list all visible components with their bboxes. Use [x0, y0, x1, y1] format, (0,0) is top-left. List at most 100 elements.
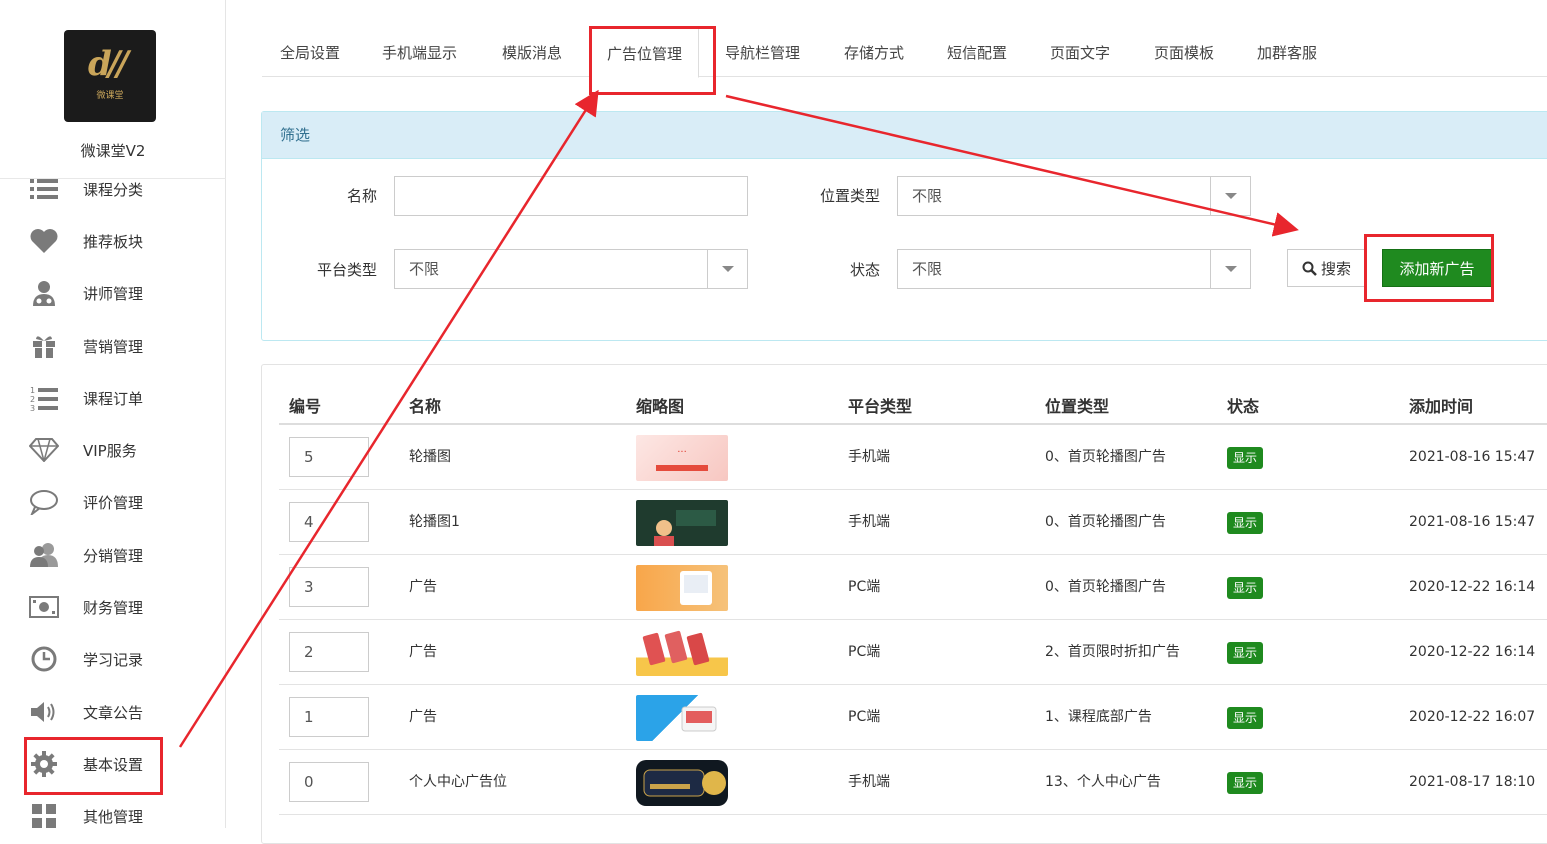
ad-position: 1、课程底部广告 — [1045, 709, 1152, 725]
status-badge: 显示 — [1227, 707, 1264, 729]
sidebar-item-recommend[interactable]: 推荐板块 — [0, 221, 226, 261]
sidebar-item-course-category[interactable]: 课程分类 — [0, 169, 226, 209]
ad-platform: PC端 — [848, 709, 881, 725]
tab-page-text[interactable]: 页面文字 — [1050, 28, 1110, 77]
sidebar-item-distribution[interactable]: 分销管理 — [0, 535, 226, 575]
sort-number-input[interactable]: 3 — [289, 567, 369, 607]
grid-icon — [28, 800, 60, 832]
status-badge: 显示 — [1227, 772, 1264, 794]
sidebar-item-label: 评价管理 — [83, 493, 144, 512]
ad-name: 轮播图 — [409, 449, 451, 465]
sidebar-item-label: 文章公告 — [83, 703, 144, 722]
table-row: 3 广告 PC端 0、首页轮播图广告 显示 2020-12-22 16:14 — [279, 555, 1547, 620]
highlight-box-basic-settings — [24, 737, 163, 795]
ad-platform: 手机端 — [848, 774, 890, 790]
clock-icon — [28, 643, 60, 675]
sidebar-item-other[interactable]: 其他管理 — [0, 796, 226, 836]
speaker-icon — [28, 696, 60, 728]
position-type-label: 位置类型 — [819, 187, 880, 205]
app-name: 微课堂V2 — [80, 142, 146, 160]
list-icon — [28, 173, 60, 205]
status-select[interactable]: 不限 — [897, 249, 1251, 289]
filter-title: 筛选 — [262, 112, 1547, 159]
ad-thumbnail: ··· — [636, 435, 728, 481]
sidebar-item-label: 营销管理 — [83, 337, 144, 356]
sidebar-item-vip[interactable]: VIP服务 — [0, 430, 226, 470]
sidebar-item-label: VIP服务 — [83, 441, 137, 460]
ad-added-time: 2021-08-16 15:47 — [1409, 514, 1536, 530]
ad-added-time: 2021-08-17 18:10 — [1409, 774, 1536, 790]
sidebar-item-label: 分销管理 — [83, 546, 144, 565]
table-row: 1 广告 PC端 1、课程底部广告 显示 2020-12-22 16:07 — [279, 685, 1547, 750]
sidebar-item-marketing[interactable]: 营销管理 — [0, 326, 226, 366]
svg-text:3: 3 — [30, 404, 35, 411]
sidebar-item-label: 其他管理 — [83, 807, 144, 826]
position-type-value: 不限 — [912, 187, 943, 205]
ad-position: 13、个人中心广告 — [1045, 774, 1161, 790]
column-header-added-time: 添加时间 — [1409, 397, 1474, 416]
ad-position: 0、首页轮播图广告 — [1045, 514, 1166, 530]
sidebar-item-label: 推荐板块 — [83, 232, 144, 251]
tab-nav-management[interactable]: 导航栏管理 — [725, 28, 800, 77]
tab-sms-config[interactable]: 短信配置 — [947, 28, 1007, 77]
tab-page-templates[interactable]: 页面模板 — [1154, 28, 1214, 77]
column-header-status: 状态 — [1227, 397, 1260, 416]
platform-type-label: 平台类型 — [316, 261, 377, 279]
sort-number-input[interactable]: 5 — [289, 437, 369, 477]
sidebar-item-learning-records[interactable]: 学习记录 — [0, 639, 226, 679]
heart-icon — [28, 225, 60, 257]
svg-text:2: 2 — [30, 395, 35, 404]
ad-name: 广告 — [409, 579, 437, 595]
search-button-label: 搜索 — [1320, 259, 1351, 278]
sort-number-input[interactable]: 2 — [289, 632, 369, 672]
platform-type-select[interactable]: 不限 — [394, 249, 748, 289]
sidebar-item-course-orders[interactable]: 123 课程订单 — [0, 378, 226, 418]
chevron-down-icon — [1210, 177, 1250, 215]
table-row: 5 轮播图 ··· 手机端 0、首页轮播图广告 显示 2021-08-16 15… — [279, 425, 1547, 490]
sidebar-item-label: 课程订单 — [83, 389, 144, 408]
ad-platform: 手机端 — [848, 449, 890, 465]
tab-storage[interactable]: 存储方式 — [844, 28, 904, 77]
sidebar-item-articles[interactable]: 文章公告 — [0, 692, 226, 732]
ad-added-time: 2020-12-22 16:07 — [1409, 709, 1536, 725]
sort-number-input[interactable]: 1 — [289, 697, 369, 737]
status-badge: 显示 — [1227, 577, 1264, 599]
column-header-id: 编号 — [289, 397, 322, 416]
ad-thumbnail — [636, 760, 728, 806]
sidebar-item-finance[interactable]: 财务管理 — [0, 587, 226, 627]
ad-position: 2、首页限时折扣广告 — [1045, 644, 1180, 660]
column-header-position: 位置类型 — [1045, 397, 1110, 416]
ad-name: 轮播图1 — [409, 514, 460, 530]
money-icon — [28, 591, 60, 623]
name-input[interactable] — [394, 176, 748, 216]
status-value: 不限 — [912, 260, 943, 278]
ad-platform: PC端 — [848, 644, 881, 660]
status-badge: 显示 — [1227, 512, 1264, 534]
sidebar-item-reviews[interactable]: 评价管理 — [0, 482, 226, 522]
ad-thumbnail — [636, 695, 728, 741]
tab-global-settings[interactable]: 全局设置 — [280, 28, 340, 77]
platform-type-value: 不限 — [409, 260, 440, 278]
tab-group-support[interactable]: 加群客服 — [1257, 28, 1317, 77]
svg-text:1: 1 — [30, 386, 35, 395]
ad-platform: PC端 — [848, 579, 881, 595]
column-header-platform: 平台类型 — [848, 397, 913, 416]
tab-mobile-display[interactable]: 手机端显示 — [382, 28, 457, 77]
sidebar-item-label: 讲师管理 — [83, 284, 144, 303]
search-icon — [1302, 261, 1317, 276]
sidebar-item-teachers[interactable]: 讲师管理 — [0, 273, 226, 313]
table-row: 2 广告 PC端 2、首页限时折扣广告 显示 2020-12-22 16:14 — [279, 620, 1547, 685]
status-badge: 显示 — [1227, 447, 1264, 469]
search-button[interactable]: 搜索 — [1287, 249, 1366, 287]
app-logo: d// 微课堂 — [64, 30, 156, 122]
sidebar: d// 微课堂 微课堂V2 课程分类 推荐板块 讲师管理 营销管理 123 课程… — [0, 0, 226, 828]
ad-added-time: 2020-12-22 16:14 — [1409, 644, 1536, 660]
name-label: 名称 — [346, 187, 377, 205]
ad-thumbnail — [636, 565, 728, 611]
ad-added-time: 2020-12-22 16:14 — [1409, 579, 1536, 595]
tab-template-messages[interactable]: 模版消息 — [502, 28, 562, 77]
position-type-select[interactable]: 不限 — [897, 176, 1251, 216]
sort-number-input[interactable]: 4 — [289, 502, 369, 542]
sort-number-input[interactable]: 0 — [289, 762, 369, 802]
ad-thumbnail — [636, 630, 728, 676]
